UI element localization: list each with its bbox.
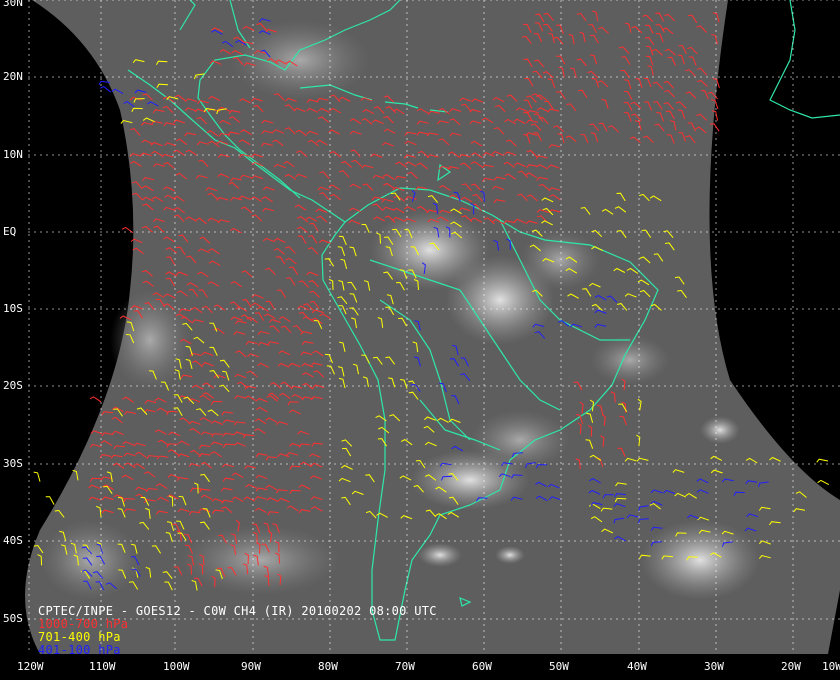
latitude-label: EQ bbox=[3, 225, 17, 238]
wind-barb bbox=[816, 458, 829, 463]
satellite-wind-map bbox=[25, 0, 840, 654]
longitude-label: 40W bbox=[627, 660, 647, 673]
wind-barb bbox=[45, 496, 55, 505]
wind-barb bbox=[89, 396, 102, 403]
longitude-label: 100W bbox=[163, 660, 190, 673]
latitude-label: 30S bbox=[3, 457, 23, 470]
longitude-label: 120W bbox=[17, 660, 44, 673]
longitude-label: 90W bbox=[241, 660, 261, 673]
latitude-label: 20S bbox=[3, 379, 23, 392]
latitude-label: 20N bbox=[3, 70, 23, 83]
longitude-label: 10W bbox=[822, 660, 840, 673]
legend-high-level: 401-100 hPa bbox=[38, 643, 121, 657]
africa-coastline bbox=[769, 0, 840, 119]
latitude-label: 50S bbox=[3, 612, 23, 625]
longitude-label: 20W bbox=[781, 660, 801, 673]
latitude-label: 10S bbox=[3, 302, 23, 315]
longitude-label: 70W bbox=[395, 660, 415, 673]
latitude-label: 10N bbox=[3, 148, 23, 161]
longitude-label: 60W bbox=[472, 660, 492, 673]
longitude-label: 50W bbox=[549, 660, 569, 673]
longitude-label: 110W bbox=[89, 660, 116, 673]
wind-barb bbox=[98, 80, 111, 85]
latitude-label: 40S bbox=[3, 534, 23, 547]
latitude-label: 30N bbox=[3, 0, 23, 9]
wind-barb bbox=[99, 86, 112, 93]
longitude-label: 80W bbox=[318, 660, 338, 673]
wind-barb bbox=[121, 226, 134, 234]
wind-barb bbox=[33, 471, 41, 482]
product-caption: CPTEC/INPE - GOES12 - C0W CH4 (IR) 20100… bbox=[38, 605, 437, 657]
longitude-label: 30W bbox=[704, 660, 724, 673]
wind-barb bbox=[817, 479, 830, 486]
